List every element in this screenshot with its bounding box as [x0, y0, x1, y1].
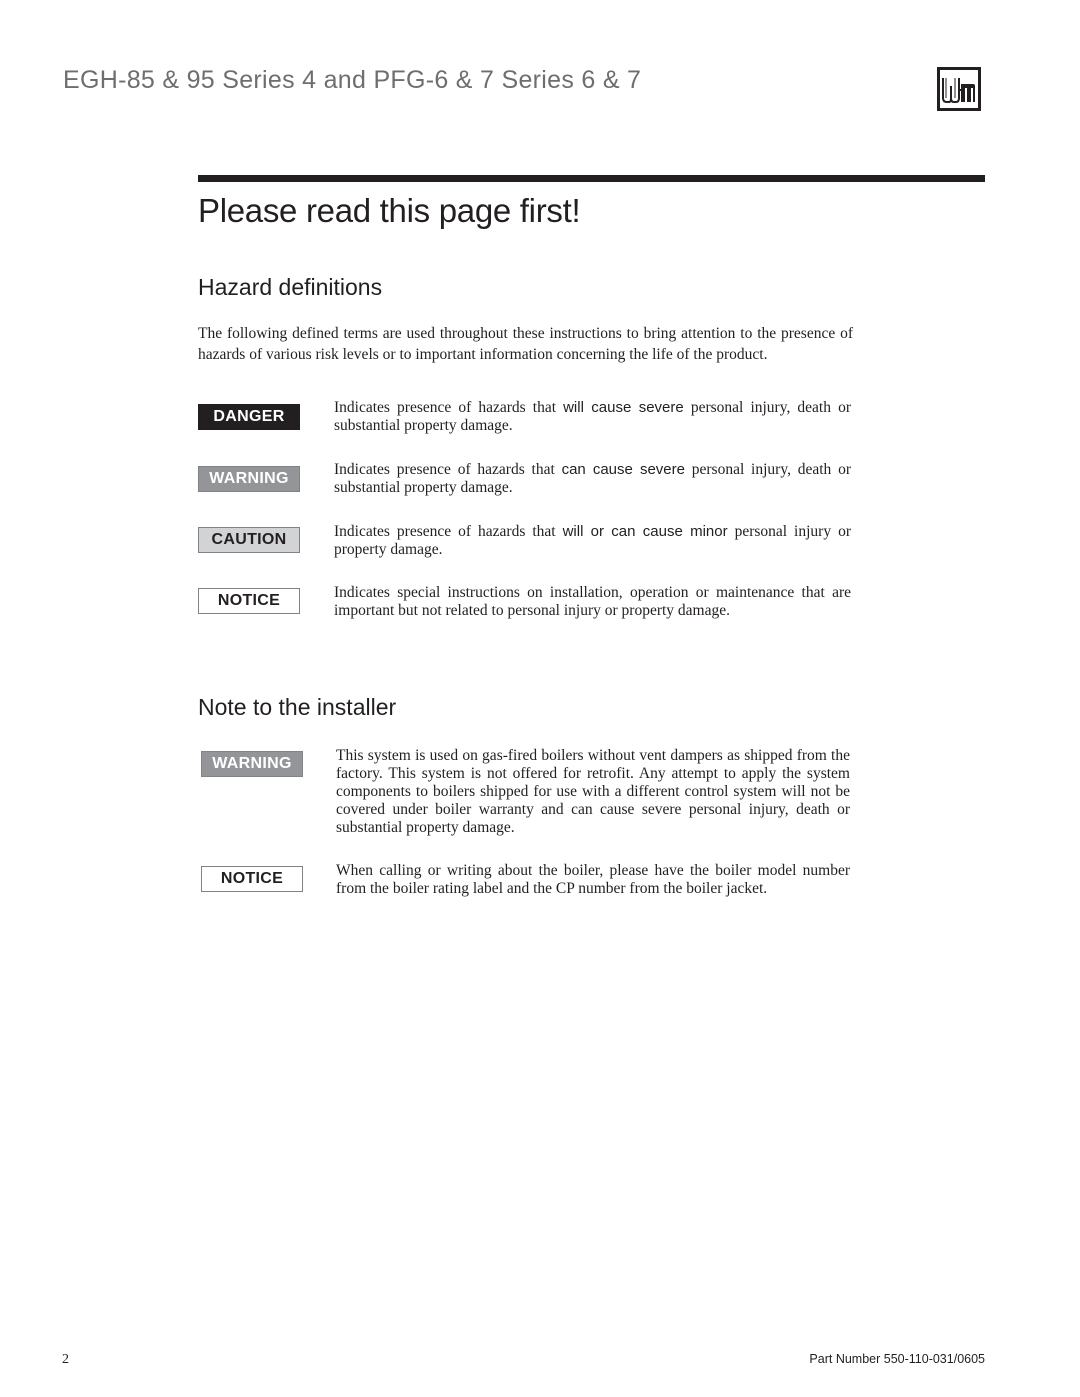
installer-warning-text: This system is used on gas-fired boilers…	[336, 747, 850, 836]
caution-text-before: Indicates presence of hazards that	[334, 523, 563, 540]
danger-badge: DANGER	[198, 404, 300, 430]
warning-badge: WARNING	[198, 466, 300, 492]
installer-warning-badge: WARNING	[201, 751, 303, 777]
document-header-title: EGH-85 & 95 Series 4 and PFG-6 & 7 Serie…	[63, 66, 642, 94]
part-number: Part Number 550-110-031/0605	[809, 1352, 985, 1366]
danger-emphasis: will cause severe	[563, 399, 684, 416]
top-rule-divider	[198, 175, 985, 182]
caution-badge: CAUTION	[198, 527, 300, 553]
warning-emphasis: can cause severe	[561, 461, 685, 478]
danger-description: Indicates presence of hazards that will …	[334, 399, 851, 435]
hazard-intro-paragraph: The following defined terms are used thr…	[198, 325, 853, 363]
danger-text-before: Indicates presence of hazards that	[334, 399, 564, 416]
installer-notice-badge: NOTICE	[201, 866, 303, 892]
caution-emphasis: will or can cause minor	[562, 523, 728, 540]
warning-description: Indicates presence of hazards that can c…	[334, 461, 851, 497]
page-title: Please read this page first!	[198, 192, 581, 229]
logo-mark-icon	[942, 78, 975, 103]
notice-text: Indicates special instructions on instal…	[334, 584, 851, 619]
notice-badge: NOTICE	[198, 588, 300, 614]
notice-description: Indicates special instructions on instal…	[334, 584, 851, 620]
page-number: 2	[62, 1352, 69, 1367]
installer-notice-text: When calling or writing about the boiler…	[336, 862, 850, 897]
hazard-definitions-heading: Hazard definitions	[198, 274, 383, 300]
note-to-installer-heading: Note to the installer	[198, 694, 397, 720]
weil-mclain-logo-icon	[937, 67, 981, 111]
warning-text-before: Indicates presence of hazards that	[334, 461, 562, 478]
caution-description: Indicates presence of hazards that will …	[334, 523, 851, 559]
